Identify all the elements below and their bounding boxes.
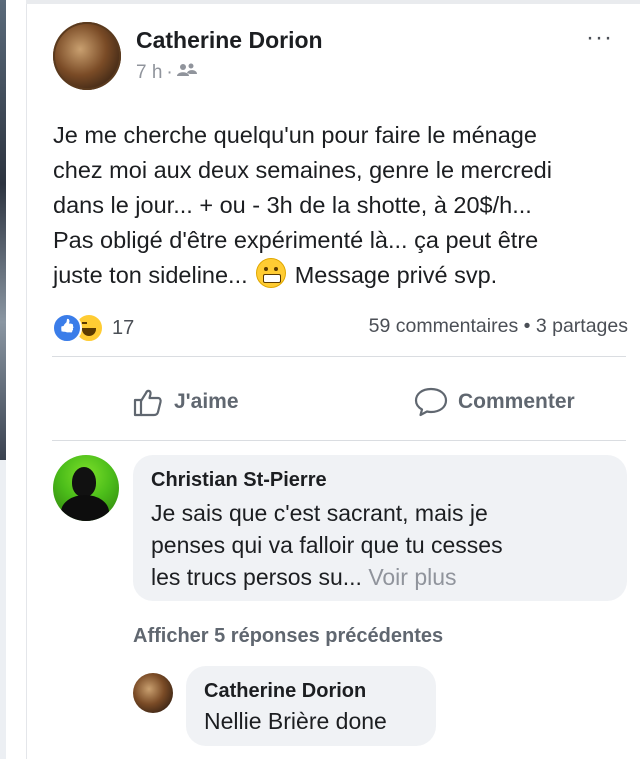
- avatar-silhouette-body: [61, 495, 109, 521]
- divider: [52, 356, 626, 357]
- comment-bubble: Christian St-Pierre Je sais que c'est sa…: [133, 455, 627, 601]
- post-text-segment: juste ton sideline...: [53, 262, 248, 288]
- reply-author-name[interactable]: Catherine Dorion: [204, 680, 366, 703]
- post-timestamp[interactable]: 7 h: [136, 62, 162, 84]
- comment-button[interactable]: Commenter: [414, 386, 575, 418]
- post-text-line: dans le jour... + ou - 3h de la shotte, …: [53, 192, 532, 218]
- post-text-line: Pas obligé d'être expérimenté là... ça p…: [53, 227, 539, 253]
- like-button[interactable]: J'aime: [132, 386, 239, 418]
- comment-text-segment: les trucs persos su...: [151, 564, 362, 590]
- see-more-link[interactable]: Voir plus: [368, 564, 456, 590]
- comment-text-line: les trucs persos su... Voir plus: [151, 561, 503, 593]
- reply-bubble: Catherine Dorion Nellie Brière done: [186, 666, 436, 746]
- thumbs-up-icon: [132, 386, 164, 418]
- friends-audience-icon[interactable]: [176, 62, 197, 84]
- comments-shares-count[interactable]: 59 commentaires • 3 partages: [369, 315, 628, 338]
- meta-separator: ·: [166, 62, 173, 83]
- like-icon: [52, 313, 82, 343]
- reply-text: Nellie Brière done: [204, 708, 387, 734]
- background-edge: [0, 0, 6, 460]
- grimacing-emoji-icon: [256, 258, 287, 288]
- comment-text-line: Je sais que c'est sacrant, mais je: [151, 500, 488, 526]
- post-author-name[interactable]: Catherine Dorion: [136, 27, 323, 54]
- comment-button-label: Commenter: [458, 390, 575, 413]
- reply-author-avatar[interactable]: [133, 673, 173, 713]
- post-text: Je me cherche quelqu'un pour faire le mé…: [53, 118, 633, 293]
- post-text-line: Je me cherche quelqu'un pour faire le mé…: [53, 122, 537, 148]
- divider: [52, 440, 626, 441]
- post-meta: 7 h ·: [136, 62, 197, 84]
- view-previous-replies-link[interactable]: Afficher 5 réponses précédentes: [133, 625, 443, 648]
- author-avatar[interactable]: [53, 22, 121, 90]
- post-text-line: chez moi aux deux semaines, genre le mer…: [53, 157, 552, 183]
- comment-text: Je sais que c'est sacrant, mais je pense…: [151, 497, 503, 593]
- more-options-button[interactable]: ···: [586, 24, 613, 52]
- comment-text-line: penses qui va falloir que tu cesses: [151, 532, 503, 558]
- background-edge-lower: [0, 460, 6, 759]
- card-top-border: [26, 0, 640, 4]
- commenter-avatar[interactable]: [53, 455, 119, 521]
- avatar-silhouette-head: [72, 467, 96, 497]
- post-text-line: juste ton sideline... Message privé svp.: [53, 258, 633, 293]
- comment-bubble-icon: [414, 386, 448, 418]
- reaction-count: 17: [112, 316, 135, 339]
- reactions-summary[interactable]: 17: [52, 313, 134, 343]
- like-button-label: J'aime: [174, 390, 239, 413]
- commenter-name[interactable]: Christian St-Pierre: [151, 469, 327, 492]
- post-text-segment: Message privé svp.: [294, 262, 498, 288]
